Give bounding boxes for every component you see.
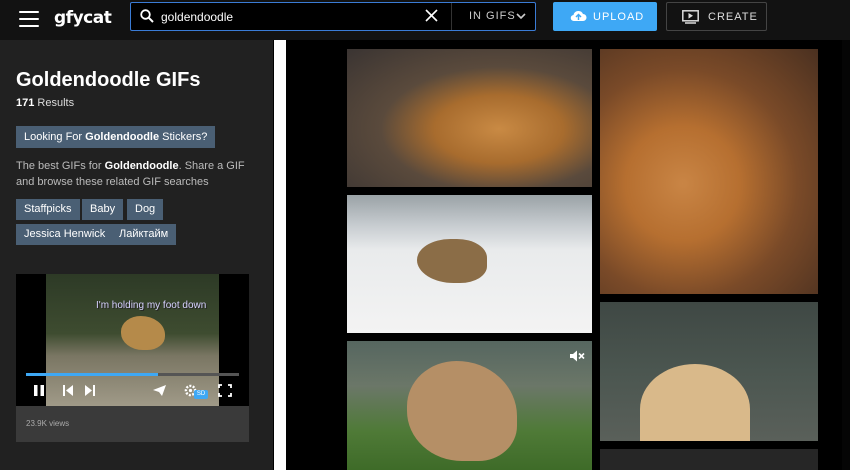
search-icon: [140, 9, 154, 23]
pause-icon[interactable]: [33, 384, 45, 397]
stickers-link-term: Goldendoodle: [85, 131, 160, 143]
page-scrollbar[interactable]: [842, 40, 850, 470]
view-count: 23.9K views: [26, 419, 70, 428]
result-count-number: 171: [16, 97, 35, 109]
featured-video-player[interactable]: I'm holding my foot down SD: [16, 274, 249, 406]
gif-dog-image: [407, 361, 517, 461]
mute-icon[interactable]: [569, 349, 585, 363]
gif-dog-image: [417, 239, 487, 283]
search-scope-label: IN GIFS: [469, 10, 516, 22]
search-description: The best GIFs for Goldendoodle. Share a …: [16, 158, 256, 190]
clear-search-icon[interactable]: [425, 9, 438, 22]
search-scope-dropdown[interactable]: IN GIFS: [451, 3, 536, 30]
video-footer: 23.9K views: [16, 406, 249, 442]
gfycat-logo[interactable]: gfycat: [54, 8, 112, 28]
chevron-down-icon: [516, 13, 526, 20]
gif-tile[interactable]: [347, 49, 592, 187]
create-label: CREATE: [708, 11, 758, 23]
gif-tile[interactable]: [600, 302, 818, 441]
sidebar-edge: [274, 40, 286, 470]
result-count-suffix: Results: [37, 97, 75, 109]
share-icon[interactable]: [152, 384, 167, 397]
create-button[interactable]: CREATE: [666, 2, 767, 31]
related-tag-staffpicks[interactable]: Staffpicks: [16, 199, 80, 220]
top-bar: gfycat IN GIFS UPLOAD: [0, 0, 850, 40]
upload-button[interactable]: UPLOAD: [553, 2, 657, 31]
gif-dog-image: [640, 364, 750, 441]
description-prefix: The best GIFs for: [16, 160, 105, 172]
related-tag-baby[interactable]: Baby: [82, 199, 124, 220]
result-count: 171 Results: [16, 97, 74, 109]
stickers-link-button[interactable]: Looking For Goldendoodle Stickers?: [16, 126, 216, 148]
fullscreen-icon[interactable]: [218, 384, 232, 397]
video-progress-bar[interactable]: [26, 373, 239, 376]
search-input[interactable]: [161, 6, 441, 27]
gif-tile[interactable]: [347, 195, 592, 333]
description-term: Goldendoodle: [104, 160, 179, 172]
gif-tile[interactable]: [600, 49, 818, 294]
video-progress-fill: [26, 373, 159, 376]
create-video-icon: [682, 10, 699, 24]
quality-badge[interactable]: SD: [194, 390, 208, 399]
related-tag-dog[interactable]: Dog: [127, 199, 164, 220]
video-dog-image: [121, 316, 165, 350]
stickers-link-suffix: Stickers?: [159, 131, 208, 143]
cloud-upload-icon: [570, 10, 587, 22]
search-bar: IN GIFS: [130, 2, 536, 31]
upload-label: UPLOAD: [593, 11, 645, 23]
sidebar: Goldendoodle GIFs 171 Results Looking Fo…: [0, 40, 273, 470]
related-tag-laiktaim[interactable]: Лайктайм: [111, 224, 177, 245]
step-back-icon[interactable]: [62, 384, 74, 397]
video-caption: I'm holding my foot down: [96, 300, 207, 311]
step-forward-icon[interactable]: [84, 384, 96, 397]
stickers-link-prefix: Looking For: [24, 131, 86, 143]
gif-tile[interactable]: [347, 341, 592, 470]
gif-tile[interactable]: [600, 449, 818, 470]
hamburger-menu-icon[interactable]: [19, 11, 39, 27]
related-tag-jessica-henwick[interactable]: Jessica Henwick: [16, 224, 114, 245]
page-title: Goldendoodle GIFs: [16, 69, 201, 91]
